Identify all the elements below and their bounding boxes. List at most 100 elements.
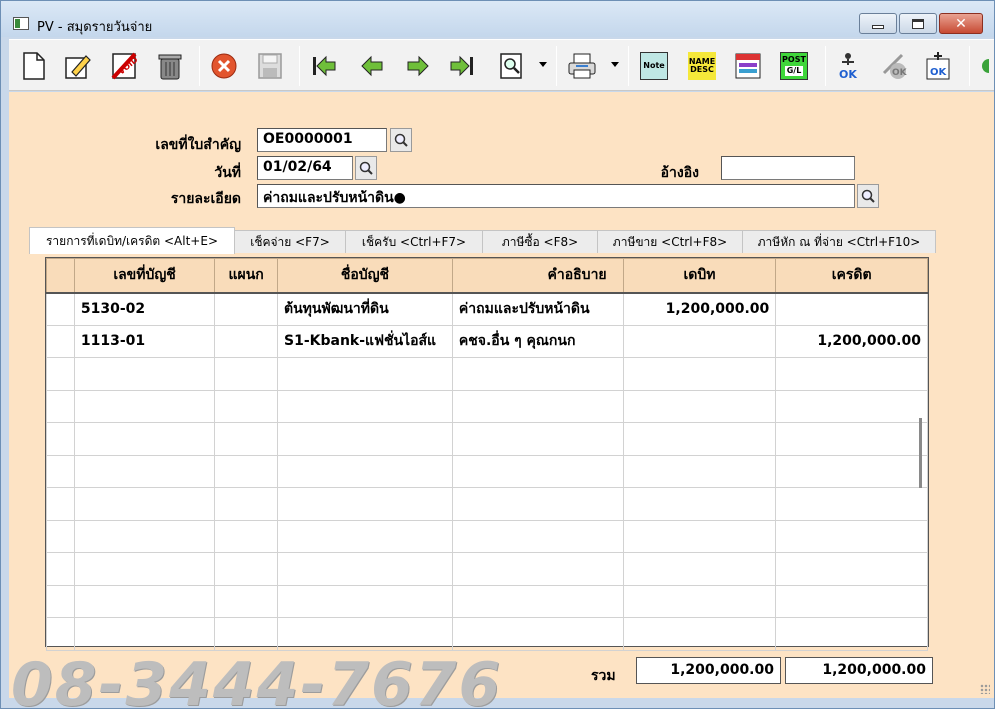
cell-department[interactable] [214,292,278,326]
col-credit[interactable]: เครดิต [775,258,928,294]
approve-button[interactable]: OK [833,51,863,81]
cell-account-name[interactable] [277,552,453,586]
cell-account-name[interactable] [277,487,453,521]
row-selector[interactable] [46,357,75,391]
table-row[interactable] [46,422,928,456]
cell-department[interactable] [214,324,278,358]
date-lookup-button[interactable] [355,156,377,180]
cell-department[interactable] [214,357,278,391]
table-row[interactable] [46,389,928,423]
cell-description[interactable] [451,389,624,423]
cell-debit[interactable] [622,519,777,553]
cell-account-name[interactable] [277,584,453,618]
col-account-no[interactable]: เลขที่บัญชี [73,258,216,294]
cell-credit[interactable] [775,519,928,553]
cell-account-name[interactable] [277,617,453,651]
row-selector[interactable] [46,389,75,423]
cell-account-no[interactable] [73,617,216,651]
cell-account-name[interactable] [277,357,453,391]
name-desc-button[interactable]: NAME DESC [687,51,717,81]
find-button[interactable] [497,51,527,81]
cell-credit[interactable] [775,584,928,618]
last-record-button[interactable] [447,51,477,81]
cell-debit[interactable] [622,487,777,521]
save-button[interactable] [255,51,285,81]
col-account-name[interactable]: ชื่อบัญชี [277,258,453,294]
cell-account-no[interactable] [73,357,216,391]
col-department[interactable]: แผนก [214,258,278,294]
table-row[interactable] [46,584,928,618]
print-dropdown-icon[interactable] [611,62,619,67]
table-row[interactable] [46,552,928,586]
cell-description[interactable] [451,584,624,618]
cell-account-name[interactable]: ต้นทุนพัฒนาที่ดิน [277,292,453,326]
cell-debit[interactable] [622,389,777,423]
cell-account-name[interactable]: S1-Kbank-แฟชั่นไอส์แ [277,324,453,358]
cell-credit[interactable] [775,454,928,488]
row-selector[interactable] [46,552,75,586]
exit-button[interactable] [975,51,989,81]
cancel-button[interactable] [209,51,239,81]
cell-debit[interactable] [622,422,777,456]
minimize-button[interactable] [859,13,897,34]
doc-no-field[interactable]: OE0000001 [257,128,387,152]
cell-description[interactable] [451,519,624,553]
cell-credit[interactable] [775,422,928,456]
table-row[interactable] [46,357,928,391]
cell-account-no[interactable] [73,584,216,618]
table-row[interactable] [46,487,928,521]
cell-account-no[interactable] [73,487,216,521]
cell-account-name[interactable] [277,454,453,488]
description-lookup-button[interactable] [857,184,879,208]
previous-record-button[interactable] [357,51,387,81]
cell-account-name[interactable] [277,519,453,553]
cell-account-no[interactable] [73,552,216,586]
tab-purchase-tax[interactable]: ภาษีซื้อ <F8> [482,230,598,253]
cell-description[interactable] [451,487,624,521]
row-selector[interactable] [46,454,75,488]
unapprove-button[interactable]: OK [879,51,909,81]
cell-debit[interactable] [622,357,777,391]
cell-account-no[interactable] [73,422,216,456]
table-row[interactable]: 5130-02 ต้นทุนพัฒนาที่ดิน ค่าถมและปรับหน้า… [46,292,928,326]
tab-cheque-pay[interactable]: เช็คจ่าย <F7> [234,230,346,253]
print-button[interactable] [567,51,597,81]
cell-account-name[interactable] [277,422,453,456]
cell-department[interactable] [214,584,278,618]
col-debit[interactable]: เดบิท [622,258,777,294]
cell-debit[interactable] [622,454,777,488]
row-selector[interactable] [46,487,75,521]
cell-description[interactable]: คชจ.อื่น ๆ คุณกนก [451,324,624,358]
tab-debit-credit[interactable]: รายการที่เดบิท/เครดิต <Alt+E> [29,227,235,254]
tab-cheque-receive[interactable]: เช็ครับ <Ctrl+F7> [345,230,483,253]
cell-account-name[interactable] [277,389,453,423]
post-gl-button[interactable]: POST G/L [779,51,809,81]
grid-scrollbar[interactable] [919,418,922,488]
tab-withholding-tax[interactable]: ภาษีหัก ณ ที่จ่าย <Ctrl+F10> [742,230,936,253]
cell-account-no[interactable] [73,389,216,423]
cell-credit[interactable]: 1,200,000.00 [775,324,928,358]
close-button[interactable]: ✕ [939,13,983,34]
cell-credit[interactable] [775,552,928,586]
delete-button[interactable] [155,51,185,81]
first-record-button[interactable] [309,51,339,81]
post-ok-button[interactable]: OK [923,51,953,81]
table-row[interactable] [46,454,928,488]
void-button[interactable]: VOID [109,51,139,81]
next-record-button[interactable] [403,51,433,81]
cell-debit[interactable] [622,584,777,618]
new-document-button[interactable] [19,51,49,81]
row-selector[interactable] [46,292,75,326]
cell-account-no[interactable] [73,454,216,488]
reference-field[interactable] [721,156,855,180]
row-selector[interactable] [46,617,75,651]
cell-department[interactable] [214,389,278,423]
cell-description[interactable] [451,422,624,456]
cell-department[interactable] [214,519,278,553]
doc-no-lookup-button[interactable] [390,128,412,152]
cell-description[interactable]: ค่าถมและปรับหน้าดิน [451,292,624,326]
table-row[interactable]: 1113-01 S1-Kbank-แฟชั่นไอส์แ คชจ.อื่น ๆ คุ… [46,324,928,358]
find-dropdown-icon[interactable] [539,62,547,67]
cell-department[interactable] [214,422,278,456]
edit-button[interactable] [63,51,93,81]
